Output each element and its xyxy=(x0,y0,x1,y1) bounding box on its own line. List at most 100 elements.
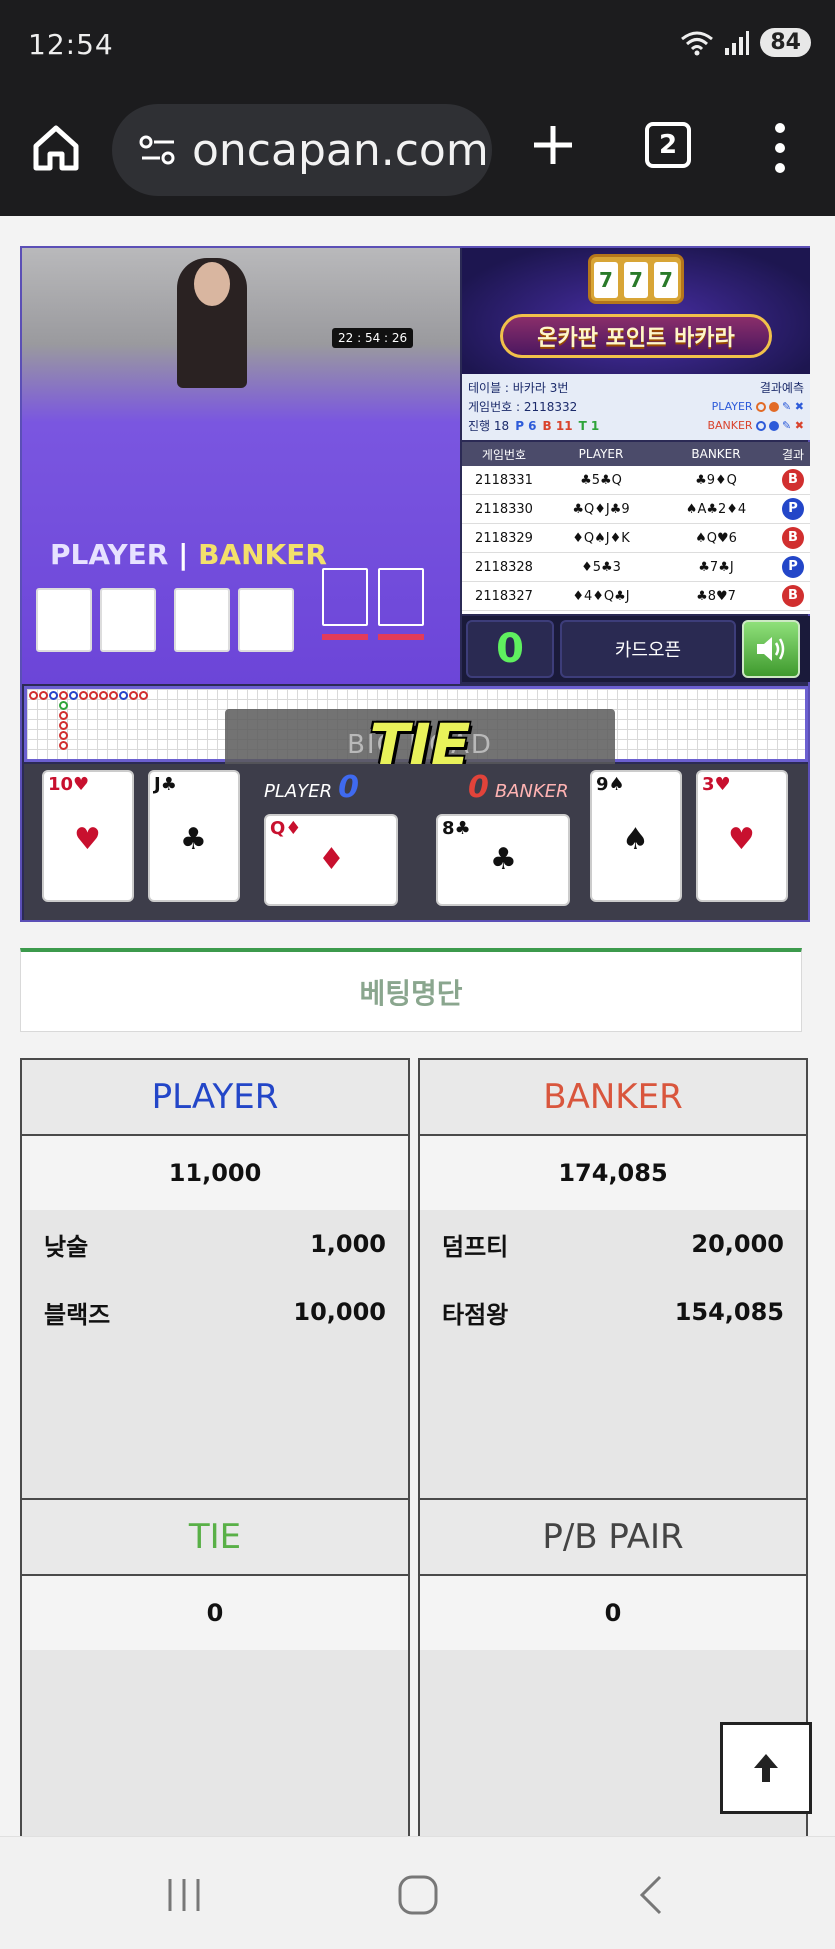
prediction-circle-icon xyxy=(755,402,766,412)
result-badge: P xyxy=(782,556,804,578)
table-row: 2118330 ♣Q♦J♣9 ♠A♣2♦4 P xyxy=(462,495,810,524)
banker-card: 9♠ ♠ xyxy=(590,770,682,902)
dealer-face xyxy=(194,262,230,306)
table-row: 2118327 ♦4♦Q♣J ♣8♥7 B xyxy=(462,582,810,611)
promo-banner: 777 온카판 포인트 바카라 xyxy=(462,248,810,374)
sound-toggle-button[interactable] xyxy=(742,620,800,678)
result-badge: B xyxy=(782,469,804,491)
promo-title: 온카판 포인트 바카라 xyxy=(500,314,772,358)
banker-card: 8♣ ♣ xyxy=(436,814,570,906)
banker-card: 3♥ ♥ xyxy=(696,770,788,902)
diamond-icon: ♦ xyxy=(318,842,345,877)
heart-icon: ♥ xyxy=(728,822,755,857)
road-marker xyxy=(69,691,78,700)
address-bar[interactable]: oncapan.com xyxy=(112,104,492,196)
prediction-dot-icon xyxy=(768,421,779,431)
club-icon: ♣ xyxy=(180,822,207,857)
list-item: 블랙즈 10,000 xyxy=(44,1298,386,1329)
result-badge: P xyxy=(782,498,804,520)
panel-title: TIE xyxy=(22,1500,408,1576)
progress-counts: 진행 18 P 6B 11 T 1 xyxy=(468,419,600,433)
road-marker xyxy=(109,691,118,700)
player-card: 10♥ ♥ xyxy=(42,770,134,902)
panel-total: 11,000 xyxy=(22,1136,408,1210)
list-item: 타점왕 154,085 xyxy=(442,1298,784,1329)
spade-icon: ♠ xyxy=(622,822,649,857)
betting-list-header: 베팅명단 xyxy=(20,948,802,1032)
banker-score-label: 0 BANKER xyxy=(468,770,569,805)
baccarat-game: 22 : 54 : 26 PLAYER | BANKER 777 온카판 포인트… xyxy=(20,246,810,922)
prediction-circle-icon xyxy=(755,421,766,431)
slot-machine-graphic: 777 xyxy=(588,254,684,304)
table-card xyxy=(174,588,230,652)
arrow-up-icon xyxy=(754,1754,778,1782)
scroll-to-top-button[interactable] xyxy=(720,1722,812,1814)
empty-card-slot xyxy=(322,568,368,626)
x-icon: ✖ xyxy=(791,400,804,413)
video-timer: 22 : 54 : 26 xyxy=(332,328,414,348)
pencil-icon: ✎ xyxy=(778,400,792,413)
site-settings-icon[interactable] xyxy=(138,133,178,167)
banker-score: 0 xyxy=(468,770,489,805)
new-tab-icon[interactable] xyxy=(530,122,576,168)
road-marker xyxy=(59,741,68,750)
back-icon[interactable] xyxy=(630,1873,674,1917)
slot-marker xyxy=(378,634,424,640)
prediction-dot-icon xyxy=(768,402,779,412)
panel-title: BANKER xyxy=(420,1060,806,1136)
tab-switcher-button[interactable]: 2 xyxy=(645,122,691,168)
heart-icon: ♥ xyxy=(74,822,101,857)
road-marker xyxy=(59,691,68,700)
panel-title: P/B PAIR xyxy=(420,1500,806,1576)
table-row: 2118328 ♦5♣3 ♣7♣J P xyxy=(462,553,810,582)
empty-card-slot xyxy=(378,568,424,626)
panel-total: 0 xyxy=(420,1576,806,1650)
status-icons: 84 xyxy=(680,28,811,57)
player-table-label: PLAYER xyxy=(50,538,169,571)
prediction-label: 결과예측 xyxy=(759,381,804,395)
more-menu-icon[interactable] xyxy=(770,120,790,176)
dealt-cards: 10♥ ♥ J♣ ♣ PLAYER 0 Q♦ ♦ 0 BANKER 8♣ ♣ 9♠ … xyxy=(24,764,808,920)
banker-bet-panel: BANKER 174,085 덤프티 20,000 타점왕 154,085 xyxy=(418,1058,808,1500)
player-prediction[interactable]: PLAYER ✎ ✖ xyxy=(712,400,804,413)
home-icon[interactable] xyxy=(30,122,82,174)
road-marker xyxy=(59,701,68,710)
table-row: 2118329 ♦Q♠J♦K ♠Q♥6 B xyxy=(462,524,810,553)
live-video[interactable]: 22 : 54 : 26 PLAYER | BANKER xyxy=(22,248,460,684)
road-marker xyxy=(59,731,68,740)
card-open-button[interactable]: 카드오픈 xyxy=(560,620,736,678)
player-bet-panel: PLAYER 11,000 낮술 1,000 블랙즈 10,000 xyxy=(20,1058,410,1500)
clock: 12:54 xyxy=(28,28,114,61)
table-row: 2118331 ♣5♣Q ♣9♦Q B xyxy=(462,466,810,495)
url-text[interactable]: oncapan.com xyxy=(192,125,492,176)
road-marker xyxy=(79,691,88,700)
game-controls: 0 카드오픈 xyxy=(462,616,810,682)
player-score-label: PLAYER 0 xyxy=(264,770,359,805)
recent-apps-icon[interactable] xyxy=(162,1873,206,1917)
result-badge: B xyxy=(782,527,804,549)
panel-total: 174,085 xyxy=(420,1136,806,1210)
status-bar: 12:54 84 xyxy=(0,0,835,92)
signal-icon xyxy=(725,30,750,55)
road-marker xyxy=(59,721,68,730)
system-navigation-bar xyxy=(0,1836,835,1949)
player-card: Q♦ ♦ xyxy=(264,814,398,906)
player-score: 0 xyxy=(338,770,359,805)
road-marker xyxy=(139,691,148,700)
slot-marker xyxy=(322,634,368,640)
home-button-icon[interactable] xyxy=(396,1873,440,1917)
club-icon: ♣ xyxy=(490,842,517,877)
slot-symbol: 7 xyxy=(624,262,648,298)
list-item: 덤프티 20,000 xyxy=(442,1230,784,1261)
banker-prediction[interactable]: BANKER ✎ ✖ xyxy=(707,419,804,432)
table-name: 테이블 : 바카라 3번 xyxy=(468,381,569,395)
game-history-table: 게임번호 PLAYER BANKER 결과 2118331 ♣5♣Q ♣9♦Q … xyxy=(462,442,810,614)
table-card xyxy=(36,588,92,652)
road-marker xyxy=(99,691,108,700)
game-number: 게임번호 : 2118332 xyxy=(468,400,578,414)
pencil-icon: ✎ xyxy=(778,419,792,432)
road-marker xyxy=(39,691,48,700)
page-content: 22 : 54 : 26 PLAYER | BANKER 777 온카판 포인트… xyxy=(0,216,835,1848)
player-card: J♣ ♣ xyxy=(148,770,240,902)
slot-symbol: 7 xyxy=(594,262,618,298)
